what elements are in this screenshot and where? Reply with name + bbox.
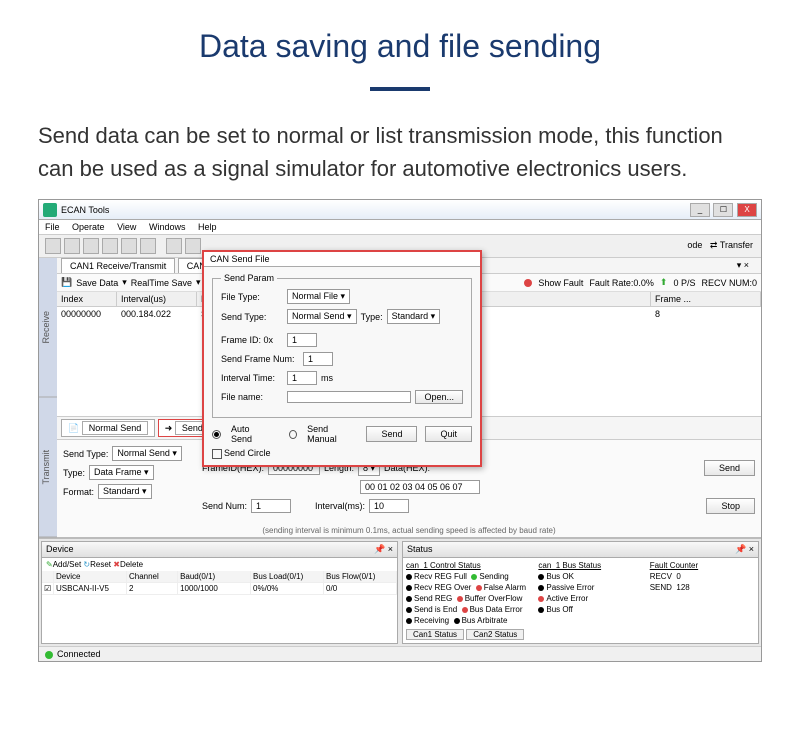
- sidetab-transmit[interactable]: Transmit: [39, 398, 57, 538]
- show-fault-button[interactable]: Show Fault: [538, 278, 583, 288]
- toolbar-btn-2[interactable]: [64, 238, 80, 254]
- send-type-select[interactable]: Normal Send ▾: [112, 446, 182, 461]
- open-button[interactable]: Open...: [415, 390, 463, 404]
- dlg-frame-num-input[interactable]: 1: [303, 352, 333, 366]
- save-data-button[interactable]: Save Data: [76, 278, 118, 288]
- maximize-button[interactable]: ☐: [713, 203, 733, 217]
- page-title: Data saving and file sending: [0, 0, 800, 65]
- file-type-select[interactable]: Normal File ▾: [287, 289, 350, 304]
- toolbar-btn-5[interactable]: [121, 238, 137, 254]
- dialog-title: CAN Send File: [204, 252, 480, 267]
- connected-icon: [45, 651, 53, 659]
- auto-send-radio[interactable]: [212, 430, 221, 439]
- reset-button[interactable]: Reset: [90, 560, 111, 569]
- window-titlebar: ECAN Tools _ ☐ X: [39, 200, 761, 220]
- device-row-check[interactable]: ☑: [42, 583, 54, 595]
- toolbar-btn-4[interactable]: [102, 238, 118, 254]
- device-panel: Device📌 × ✎Add/Set ↻Reset ✖Delete Device…: [41, 541, 398, 644]
- fault-icon: [524, 279, 532, 287]
- sending-note: (sending interval is minimum 0.1ms, actu…: [57, 524, 761, 537]
- toolbar-btn-6[interactable]: [140, 238, 156, 254]
- tab-can2-status[interactable]: Can2 Status: [466, 629, 524, 640]
- type-select[interactable]: Data Frame ▾: [89, 465, 154, 480]
- can-send-file-dialog: CAN Send File Send Param File Type:Norma…: [202, 250, 482, 467]
- dlg-frame-id-input[interactable]: 1: [287, 333, 317, 347]
- dlg-type-select[interactable]: Standard ▾: [387, 309, 441, 324]
- delete-button[interactable]: Delete: [120, 560, 143, 569]
- send-button[interactable]: Send: [704, 460, 755, 476]
- menu-operate[interactable]: Operate: [72, 222, 105, 232]
- close-button[interactable]: X: [737, 203, 757, 217]
- menubar: File Operate View Windows Help: [39, 220, 761, 235]
- toolbar-btn-3[interactable]: [83, 238, 99, 254]
- toolbar-btn-8[interactable]: [185, 238, 201, 254]
- realtime-save-button[interactable]: RealTime Save: [131, 278, 192, 288]
- app-window: ECAN Tools _ ☐ X File Operate View Windo…: [38, 199, 762, 662]
- connection-status-bar: Connected: [39, 646, 761, 661]
- send-type-label: Send Type:: [63, 449, 108, 459]
- page-description: Send data can be set to normal or list t…: [0, 91, 800, 199]
- menu-windows[interactable]: Windows: [149, 222, 186, 232]
- send-circle-checkbox[interactable]: [212, 449, 222, 459]
- side-tabs: Receive Transmit: [39, 258, 57, 537]
- format-label: Format:: [63, 487, 94, 497]
- ps-label: 0 P/S: [673, 278, 695, 288]
- toolbar-mode: ode ⇄ Transfer: [687, 240, 753, 251]
- device-table: DeviceChannelBaud(0/1)Bus Load(0/1)Bus F…: [42, 571, 397, 595]
- dlg-quit-button[interactable]: Quit: [425, 426, 472, 442]
- send-manual-radio[interactable]: [289, 430, 297, 439]
- app-icon: [43, 203, 57, 217]
- data-input[interactable]: 00 01 02 03 04 05 06 07: [360, 480, 480, 494]
- type-label: Type:: [63, 468, 85, 478]
- tab-normal-send[interactable]: 📄 Normal Send: [61, 419, 155, 437]
- window-title: ECAN Tools: [61, 205, 109, 215]
- sidetab-receive[interactable]: Receive: [39, 258, 57, 398]
- menu-help[interactable]: Help: [198, 222, 217, 232]
- menu-file[interactable]: File: [45, 222, 60, 232]
- add-set-button[interactable]: Add/Set: [53, 560, 81, 569]
- dlg-send-type-select[interactable]: Normal Send ▾: [287, 309, 357, 324]
- send-num-input[interactable]: 1: [251, 499, 291, 513]
- panel-pin-icon[interactable]: 📌 ×: [374, 544, 393, 555]
- interval-input[interactable]: 10: [369, 499, 409, 513]
- menu-view[interactable]: View: [117, 222, 136, 232]
- dlg-filename-input[interactable]: [287, 391, 411, 403]
- panel-pin-icon-2[interactable]: 📌 ×: [735, 544, 754, 555]
- tab-can1[interactable]: CAN1 Receive/Transmit: [61, 258, 175, 273]
- fault-rate-label: Fault Rate:0.0%: [589, 278, 654, 288]
- dlg-interval-input[interactable]: 1: [287, 371, 317, 385]
- tab-can1-status[interactable]: Can1 Status: [406, 629, 464, 640]
- toolbar-btn-1[interactable]: [45, 238, 61, 254]
- recv-num-label: RECV NUM:0: [701, 278, 757, 288]
- minimize-button[interactable]: _: [690, 203, 710, 217]
- status-panel: Status📌 × can_1 Control Status can_1 Bus…: [402, 541, 759, 644]
- format-select[interactable]: Standard ▾: [98, 484, 152, 499]
- stop-button[interactable]: Stop: [706, 498, 755, 514]
- toolbar-btn-7[interactable]: [166, 238, 182, 254]
- dlg-send-button[interactable]: Send: [366, 426, 417, 442]
